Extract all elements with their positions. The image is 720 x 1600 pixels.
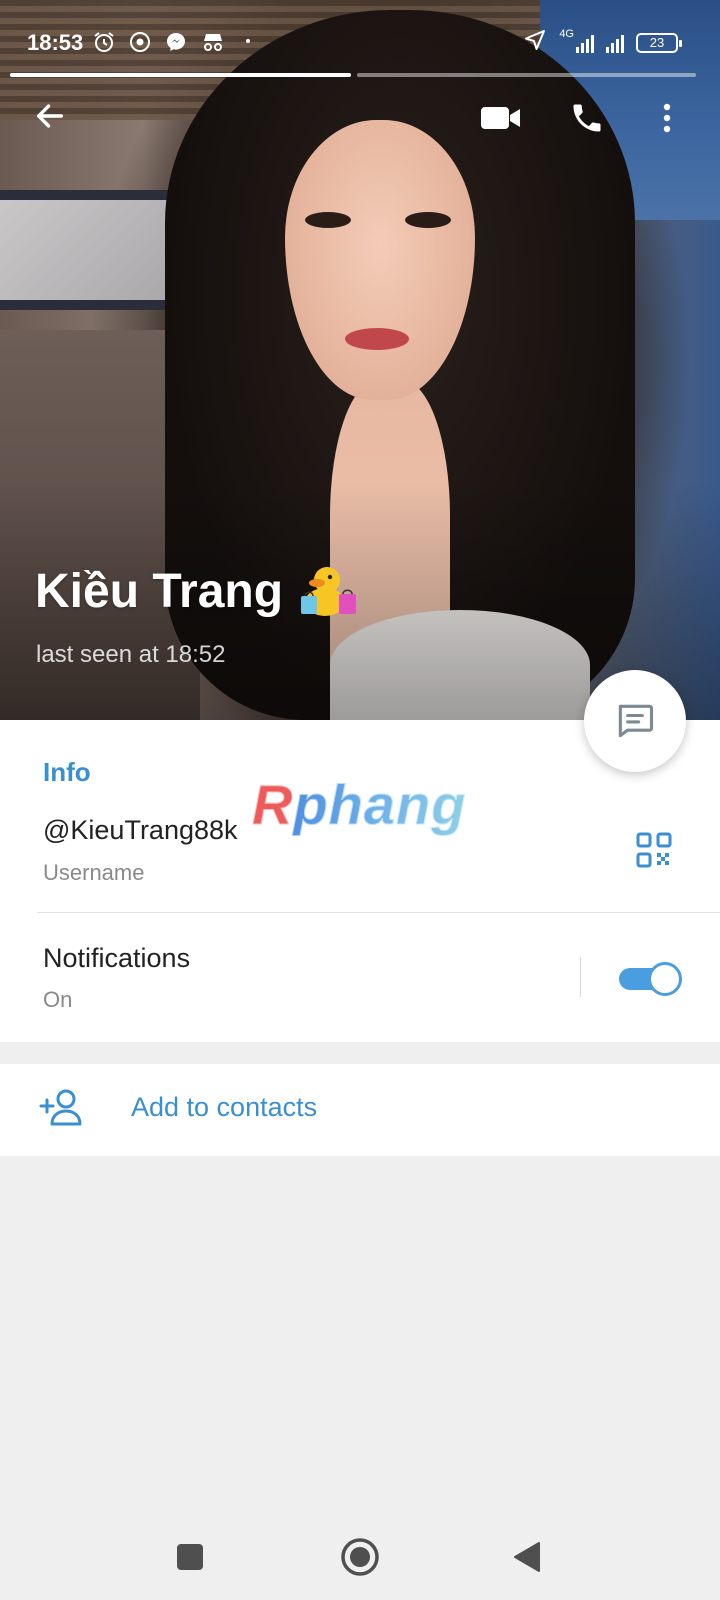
toggle-knob (648, 962, 682, 996)
battery-indicator: 23 (636, 33, 682, 53)
photo-wall-panel (0, 190, 175, 310)
status-left-icons (92, 30, 260, 60)
video-camera-icon (481, 107, 520, 129)
network-type: 4G (559, 28, 574, 40)
home-button[interactable] (335, 1532, 385, 1582)
status-bar: 18:53 4G 23 (0, 0, 720, 80)
more-options-button[interactable] (652, 94, 682, 142)
section-divider (37, 912, 720, 913)
status-right-icons: 4G 23 (523, 28, 682, 58)
photo-eye-right (405, 212, 451, 228)
voice-call-button[interactable] (563, 94, 611, 142)
add-to-contacts-label: Add to contacts (131, 1092, 318, 1122)
back-button[interactable] (26, 92, 74, 140)
last-seen-status: last seen at 18:52 (36, 641, 226, 668)
signal-icon-2 (606, 33, 624, 53)
status-time: 18:53 (27, 30, 84, 55)
dot-icon (236, 30, 260, 60)
incognito-icon (200, 30, 224, 60)
alarm-icon (92, 30, 116, 60)
add-person-icon (39, 1089, 82, 1126)
send-message-button[interactable] (584, 670, 686, 772)
notifications-separator (580, 957, 581, 997)
photo-progress-bars (10, 73, 696, 77)
photo-eye-left (305, 212, 351, 228)
photo-lips (345, 328, 409, 350)
square-icon (177, 1544, 203, 1570)
message-icon (618, 704, 654, 738)
qr-code-button[interactable] (636, 832, 672, 868)
messenger-icon (164, 30, 188, 60)
username-value[interactable]: @KieuTrang88k (43, 815, 238, 846)
qr-code-icon (636, 832, 672, 868)
video-call-button[interactable] (477, 94, 525, 142)
photo-progress-segment (357, 73, 696, 77)
username-label: Username (43, 860, 145, 885)
signal-icon-1 (576, 33, 594, 53)
recents-button[interactable] (165, 1532, 215, 1582)
photo-progress-segment-active (10, 73, 351, 77)
system-nav-bar (0, 1510, 720, 1600)
home-circle-icon (341, 1538, 379, 1576)
arrow-left-icon (36, 104, 64, 128)
profile-name: Kiều Trang (35, 560, 359, 622)
nav-back-button[interactable] (502, 1532, 552, 1582)
add-to-contacts-button[interactable]: Add to contacts (0, 1064, 720, 1156)
notifications-toggle[interactable] (619, 962, 682, 996)
triangle-back-icon (514, 1542, 540, 1572)
info-section-header: Info (43, 757, 91, 787)
profile-name-text: Kiều Trang (35, 564, 284, 618)
notifications-label[interactable]: Notifications (43, 943, 190, 974)
watermark-logo: Rphang (251, 773, 467, 837)
phone-icon (573, 104, 601, 132)
chrome-icon (128, 30, 152, 60)
more-vertical-icon (663, 103, 671, 133)
duck-with-shopping-bags-emoji (301, 567, 357, 616)
location-arrow-icon (523, 28, 547, 58)
notifications-value: On (43, 987, 73, 1012)
